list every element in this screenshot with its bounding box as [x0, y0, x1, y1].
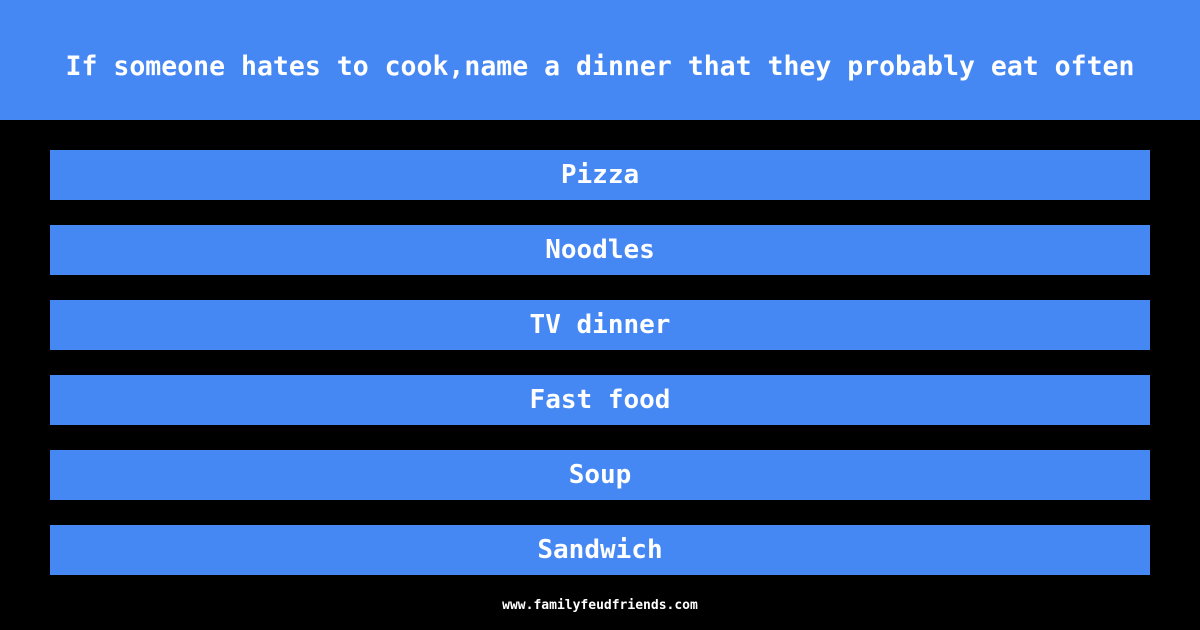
answer-bar: Pizza	[50, 150, 1150, 200]
site-url: www.familyfeudfriends.com	[502, 598, 698, 613]
question-header: If someone hates to cook,name a dinner t…	[0, 0, 1200, 120]
answer-bar: Noodles	[50, 225, 1150, 275]
answer-list: Pizza Noodles TV dinner Fast food Soup S…	[50, 150, 1150, 600]
answer-bar: Soup	[50, 450, 1150, 500]
answer-bar: TV dinner	[50, 300, 1150, 350]
answer-bar: Fast food	[50, 375, 1150, 425]
question-text: If someone hates to cook,name a dinner t…	[65, 50, 1135, 82]
answer-bar: Sandwich	[50, 525, 1150, 575]
